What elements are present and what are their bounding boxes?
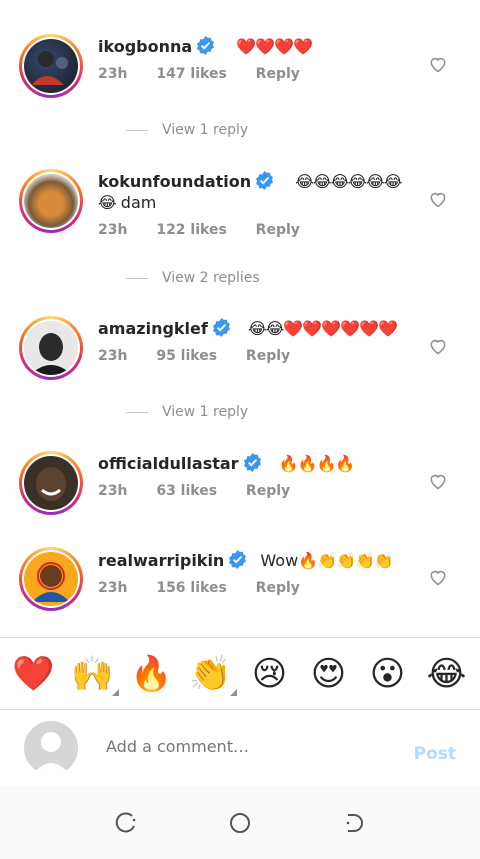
- comment-username[interactable]: realwarripikin: [98, 551, 224, 570]
- recent-apps-icon[interactable]: [114, 810, 140, 836]
- avatar[interactable]: [19, 169, 83, 233]
- reaction-laughing-icon[interactable]: 😂: [423, 654, 471, 694]
- reply-button[interactable]: Reply: [246, 483, 290, 499]
- clap-glyph: 👏: [189, 653, 232, 694]
- comment-time: 23h: [98, 483, 128, 499]
- comment-emojis: 🔥🔥🔥🔥: [278, 454, 356, 473]
- comment-item: amazingklef 😂😂❤️❤️❤️❤️❤️❤️ 23h 95 likes …: [0, 290, 480, 430]
- comment-item: officialdullastar 🔥🔥🔥🔥 23h 63 likes Repl…: [0, 430, 480, 530]
- comment-username[interactable]: amazingklef: [98, 319, 208, 338]
- comment-username[interactable]: kokunfoundation: [98, 172, 251, 191]
- comment-emojis: 😂: [98, 193, 117, 212]
- comment-emojis: 😂😂😂😂😂😂: [295, 172, 402, 191]
- divider-line: [126, 129, 148, 131]
- post-button[interactable]: Post: [414, 744, 456, 764]
- comment-likes[interactable]: 63 likes: [156, 483, 217, 499]
- avatar[interactable]: [19, 547, 83, 611]
- comment-text: dam: [120, 193, 157, 212]
- like-heart-icon[interactable]: [428, 336, 448, 356]
- comment-composer: Post: [0, 711, 480, 787]
- comment-time: 23h: [98, 348, 128, 364]
- like-heart-icon[interactable]: [428, 471, 448, 491]
- view-replies-label: View 1 reply: [162, 122, 249, 138]
- divider-line: [126, 277, 148, 279]
- comment-text: Wow: [260, 551, 299, 570]
- verified-badge-icon: [243, 453, 261, 472]
- reply-button[interactable]: Reply: [256, 66, 300, 82]
- comment-username[interactable]: officialdullastar: [98, 454, 239, 473]
- comment-likes[interactable]: 156 likes: [156, 580, 226, 596]
- verified-badge-icon: [197, 36, 215, 55]
- variant-indicator-icon: [111, 688, 119, 696]
- reaction-fire-icon[interactable]: 🔥: [128, 654, 176, 694]
- my-avatar: [24, 721, 78, 775]
- view-replies-label: View 2 replies: [162, 270, 260, 286]
- comments-list[interactable]: ikogbonna ❤️❤️❤️❤️ 23h 147 likes Reply V…: [0, 0, 480, 637]
- comment-username[interactable]: ikogbonna: [98, 37, 192, 56]
- reaction-crying-icon[interactable]: 😢: [246, 654, 294, 694]
- comment-emojis: 🔥👏👏👏👏: [298, 551, 394, 570]
- reply-button[interactable]: Reply: [256, 222, 300, 238]
- like-heart-icon[interactable]: [428, 54, 448, 74]
- comment-likes[interactable]: 147 likes: [156, 66, 226, 82]
- comment-item: kokunfoundation 😂😂😂😂😂😂 😂 dam 23h 122 lik…: [0, 150, 480, 290]
- verified-badge-icon: [256, 171, 274, 190]
- reply-button[interactable]: Reply: [246, 348, 290, 364]
- comment-time: 23h: [98, 580, 128, 596]
- comment-item: ikogbonna ❤️❤️❤️❤️ 23h 147 likes Reply V…: [0, 0, 480, 150]
- view-replies-button[interactable]: View 1 reply: [126, 122, 248, 138]
- home-icon[interactable]: [227, 810, 253, 836]
- reaction-raised-hands-icon[interactable]: 🙌: [69, 653, 119, 696]
- like-heart-icon[interactable]: [428, 567, 448, 587]
- reaction-heart-eyes-icon[interactable]: 😍: [305, 654, 353, 694]
- system-navbar: [0, 787, 480, 859]
- comment-item: realwarripikin Wow🔥👏👏👏👏 23h 156 likes Re…: [0, 530, 480, 637]
- comment-input[interactable]: [106, 737, 386, 756]
- comment-likes[interactable]: 122 likes: [156, 222, 226, 238]
- like-heart-icon[interactable]: [428, 189, 448, 209]
- avatar[interactable]: [19, 451, 83, 515]
- reaction-clap-icon[interactable]: 👏: [187, 653, 237, 696]
- reaction-surprised-icon[interactable]: 😮: [364, 654, 412, 694]
- avatar[interactable]: [19, 316, 83, 380]
- view-replies-button[interactable]: View 1 reply: [126, 404, 248, 420]
- comment-time: 23h: [98, 66, 128, 82]
- reply-button[interactable]: Reply: [256, 580, 300, 596]
- avatar[interactable]: [19, 34, 83, 98]
- verified-badge-icon: [229, 550, 247, 569]
- comment-emojis: ❤️❤️❤️❤️: [236, 37, 313, 56]
- raised-hands-glyph: 🙌: [71, 653, 114, 694]
- quick-reactions-bar: ❤️ 🙌 🔥 👏 😢 😍 😮 😂: [0, 637, 480, 710]
- variant-indicator-icon: [229, 688, 237, 696]
- comment-likes[interactable]: 95 likes: [156, 348, 217, 364]
- back-icon[interactable]: [340, 810, 366, 836]
- comment-emojis: 😂😂❤️❤️❤️❤️❤️❤️: [247, 319, 398, 338]
- view-replies-label: View 1 reply: [162, 404, 249, 420]
- verified-badge-icon: [212, 318, 230, 337]
- view-replies-button[interactable]: View 2 replies: [126, 270, 260, 286]
- reaction-heart-icon[interactable]: ❤️: [10, 654, 58, 694]
- divider-line: [126, 411, 148, 413]
- comment-time: 23h: [98, 222, 128, 238]
